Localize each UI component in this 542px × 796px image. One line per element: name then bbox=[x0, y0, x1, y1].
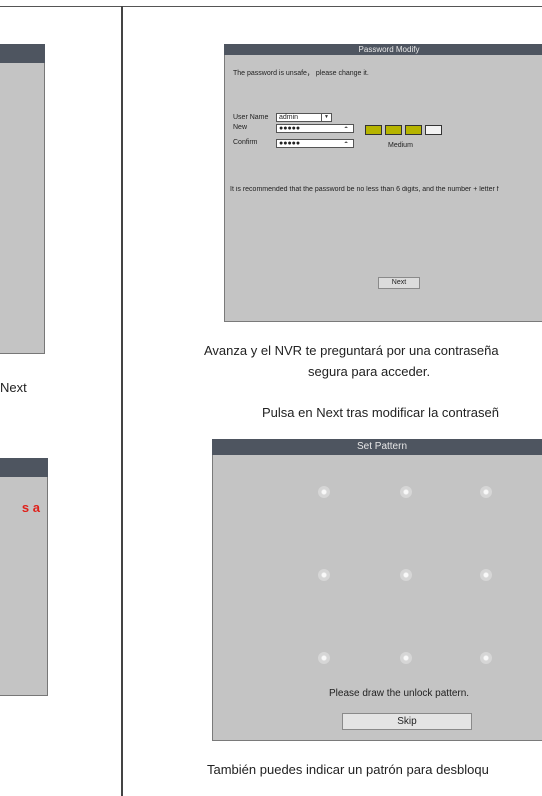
eye-icon[interactable]: ◓ bbox=[344, 125, 348, 132]
new-password-label: New bbox=[233, 124, 248, 131]
strength-segment bbox=[405, 125, 422, 135]
chevron-down-icon[interactable]: ▼ bbox=[324, 114, 329, 121]
skip-button[interactable]: Skip bbox=[342, 713, 472, 730]
next-button[interactable]: Next bbox=[378, 277, 420, 289]
pattern-dot[interactable] bbox=[400, 652, 412, 664]
user-name-select[interactable]: admin ▼ bbox=[276, 113, 332, 122]
select-divider bbox=[321, 114, 322, 121]
password-strength-meter bbox=[365, 125, 445, 137]
caption-line: Avanza y el NVR te preguntará por una co… bbox=[204, 343, 499, 358]
strength-label: Medium bbox=[388, 142, 413, 149]
new-password-value: ●●●●● bbox=[279, 125, 301, 132]
user-name-value: admin bbox=[279, 114, 299, 121]
confirm-password-value: ●●●●● bbox=[279, 140, 301, 147]
user-name-label: User Name bbox=[233, 114, 269, 121]
dialog-title: Set Pattern bbox=[212, 439, 542, 455]
password-recommendation: It is recommended that the password be n… bbox=[230, 186, 499, 193]
pattern-dot[interactable] bbox=[480, 486, 492, 498]
column-divider bbox=[121, 6, 123, 796]
new-password-field[interactable]: ●●●●● ◓ bbox=[276, 124, 354, 133]
left-dialog-titlebar bbox=[0, 44, 45, 63]
pattern-instruction: Please draw the unlock pattern. bbox=[329, 688, 470, 699]
left-dialog-2-cropped bbox=[0, 458, 48, 696]
pattern-dot[interactable] bbox=[480, 569, 492, 581]
password-warning: The password is unsafe， please change it… bbox=[233, 70, 369, 77]
caption-line: segura para acceder. bbox=[308, 364, 431, 379]
eye-icon[interactable]: ◓ bbox=[344, 140, 348, 147]
confirm-password-field[interactable]: ●●●●● ◓ bbox=[276, 139, 354, 148]
left-red-text-fragment: s a bbox=[21, 500, 40, 515]
strength-segment bbox=[385, 125, 402, 135]
pattern-dot[interactable] bbox=[480, 652, 492, 664]
caption-line: También puedes indicar un patrón para de… bbox=[207, 762, 489, 777]
strength-segment bbox=[425, 125, 442, 135]
left-caption-fragment: Next bbox=[0, 380, 27, 395]
pattern-dot[interactable] bbox=[318, 486, 330, 498]
strength-segment bbox=[365, 125, 382, 135]
confirm-password-label: Confirm bbox=[233, 139, 258, 146]
left-dialog-cropped bbox=[0, 44, 45, 354]
table-top-rule bbox=[0, 6, 542, 7]
caption-line: Pulsa en Next tras modificar la contrase… bbox=[262, 405, 499, 420]
pattern-dot[interactable] bbox=[318, 652, 330, 664]
pattern-dot[interactable] bbox=[318, 569, 330, 581]
pattern-dot[interactable] bbox=[400, 486, 412, 498]
dialog-title: Password Modify bbox=[224, 44, 542, 55]
left-dialog-2-titlebar bbox=[0, 458, 48, 477]
pattern-dot[interactable] bbox=[400, 569, 412, 581]
